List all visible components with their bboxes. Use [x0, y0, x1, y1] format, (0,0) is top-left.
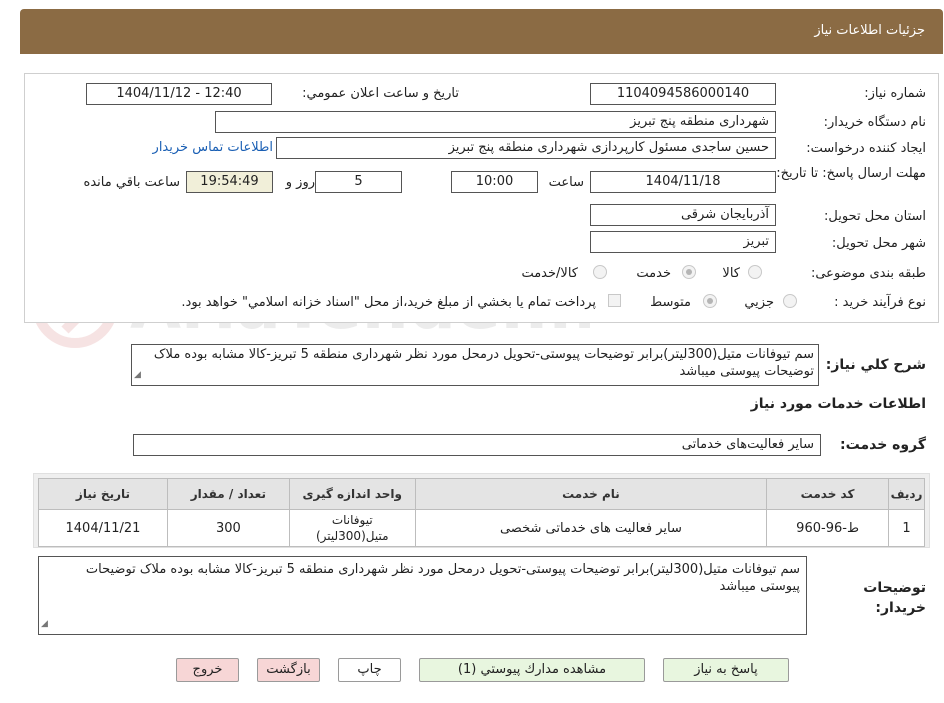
creator-field[interactable]: حسین ساجدی مسئول کارپردازی شهرداری منطقه… [276, 137, 776, 159]
buyer-contact-link[interactable]: اطلاعات تماس خريدار [153, 140, 273, 155]
col-row-number: رديف [888, 478, 925, 510]
category-option-service: خدمت [636, 266, 671, 281]
exit-button[interactable]: خروج [176, 658, 239, 682]
deadline-label: مهلت ارسال پاسخ: تا تاريخ: [776, 166, 926, 181]
cell-row-number: 1 [888, 509, 925, 547]
remaining-label: ساعت باقي مانده [83, 175, 180, 190]
process-radio-medium[interactable] [703, 294, 717, 308]
province-label: استان محل تحويل: [824, 209, 926, 224]
remaining-time-field: 19:54:49 [186, 171, 273, 193]
deadline-date-field[interactable]: 1404/11/18 [590, 171, 776, 193]
category-radio-goods[interactable] [748, 265, 762, 279]
category-option-goods-service: کالا/خدمت [521, 266, 578, 281]
category-radio-goods-service[interactable] [593, 265, 607, 279]
creator-label: ايجاد كننده درخواست: [806, 141, 926, 156]
summary-text: سم تیوفانات متیل(300لیتر)برابر توضیحات پ… [153, 347, 814, 379]
announce-datetime-field[interactable]: 1404/11/12 - 12:40 [86, 83, 272, 105]
process-option-minor: جزیي [744, 295, 774, 310]
buyer-org-field[interactable]: شهرداری منطقه پنج تبریز [215, 111, 776, 133]
days-remaining-field[interactable]: 5 [315, 171, 402, 193]
treasury-payment-note: پرداخت تمام يا بخشي از مبلغ خريد،از محل … [181, 295, 596, 310]
services-section-title: اطلاعات خدمات مورد نياز [750, 396, 926, 412]
service-group-field[interactable]: سایر فعالیت‌های خدماتی [133, 434, 821, 456]
buyer-notes-label: توضيحات خريدار: [863, 580, 926, 616]
city-label: شهر محل تحويل: [831, 236, 926, 251]
cell-unit: تیوفانات متیل(300لیتر) [288, 509, 416, 547]
category-label: طبقه بندی موضوعی: [810, 266, 926, 281]
summary-label: شرح كلي نياز: [825, 357, 926, 373]
buyer-org-label: نام دستگاه خريدار: [823, 115, 926, 130]
cell-need-date: 1404/11/21 [38, 509, 168, 547]
process-option-medium: متوسط [650, 295, 691, 310]
col-quantity: تعداد / مقدار [166, 478, 290, 510]
services-table: رديف كد خدمت نام خدمت واحد اندازه گيری ت… [38, 478, 925, 547]
city-field[interactable]: تبریز [590, 231, 776, 253]
col-need-date: تاريخ نياز [38, 478, 168, 510]
days-label: روز و [285, 175, 315, 190]
need-number-label: شماره نياز: [864, 86, 926, 101]
buyer-notes-textarea[interactable]: سم تیوفانات متیل(300لیتر)برابر توضیحات پ… [38, 556, 807, 635]
table-header-row: رديف كد خدمت نام خدمت واحد اندازه گيری ت… [38, 478, 925, 510]
process-radio-minor[interactable] [783, 294, 797, 308]
category-option-goods: کالا [722, 266, 740, 281]
back-button[interactable]: بازگشت [257, 658, 320, 682]
cell-quantity: 300 [166, 509, 290, 547]
col-service-name: نام خدمت [414, 478, 768, 510]
deadline-time-field[interactable]: 10:00 [451, 171, 538, 193]
buyer-notes-text: سم تیوفانات متیل(300لیتر)برابر توضیحات پ… [85, 562, 800, 594]
announce-label: تاريخ و ساعت اعلان عمومي: [302, 86, 459, 101]
cell-service-code: ط-96-960 [766, 509, 890, 547]
treasury-payment-checkbox[interactable] [608, 294, 621, 307]
table-row: 1 ط-96-960 سایر فعالیت های خدماتی شخصی ت… [38, 509, 925, 547]
resize-handle-icon[interactable]: ◢ [134, 367, 141, 384]
page-header: جزئيات اطلاعات نياز [20, 9, 943, 54]
category-radio-service[interactable] [682, 265, 696, 279]
col-unit: واحد اندازه گيری [288, 478, 416, 510]
respond-button[interactable]: پاسخ به نياز [663, 658, 789, 682]
resize-handle-icon[interactable]: ◢ [41, 616, 48, 633]
province-field[interactable]: آذربایجان شرقی [590, 204, 776, 226]
col-service-code: كد خدمت [766, 478, 890, 510]
service-group-label: گروه خدمت: [840, 437, 926, 453]
summary-textarea[interactable]: سم تیوفانات متیل(300لیتر)برابر توضیحات پ… [131, 344, 819, 386]
deadline-time-label: ساعت [548, 175, 584, 190]
process-label: نوع فرآيند خريد : [834, 295, 926, 310]
cell-service-name: سایر فعالیت های خدماتی شخصی [414, 509, 768, 547]
page-title: جزئيات اطلاعات نياز [814, 23, 925, 38]
view-attachments-button[interactable]: مشاهده مدارك پيوستي (1) [419, 658, 645, 682]
print-button[interactable]: چاپ [338, 658, 401, 682]
need-number-field[interactable]: 1104094586000140 [590, 83, 776, 105]
